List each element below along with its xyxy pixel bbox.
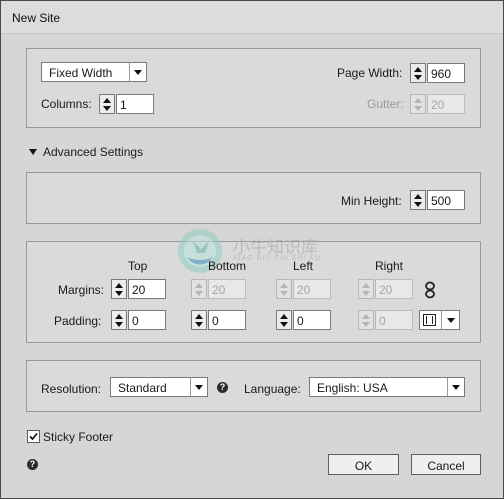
margin-bottom-spin-button — [191, 279, 207, 299]
min-height-stepper[interactable]: 500 — [410, 190, 465, 210]
dialog-title: New Site — [12, 11, 61, 25]
checkmark-icon — [29, 432, 38, 441]
padding-sides-dropdown[interactable] — [419, 310, 460, 330]
gutter-stepper: 20 — [410, 94, 465, 114]
columns-label: Columns: — [41, 97, 92, 111]
chevron-down-icon — [447, 378, 464, 396]
margin-right-field: 20 — [375, 279, 413, 299]
chevron-down-icon — [129, 63, 146, 81]
column-header-left: Left — [293, 259, 314, 273]
ok-button[interactable]: OK — [328, 454, 399, 475]
padding-left-field[interactable]: 0 — [293, 310, 331, 330]
layout-type-dropdown[interactable]: Fixed Width — [41, 62, 147, 82]
margin-top-spin-button[interactable] — [111, 279, 127, 299]
margin-bottom-field: 20 — [208, 279, 246, 299]
columns-stepper[interactable]: 1 — [99, 94, 154, 114]
triangle-down-icon — [29, 149, 37, 155]
language-label: Language: — [244, 382, 301, 396]
resolution-label: Resolution: — [41, 382, 102, 396]
padding-left-stepper[interactable]: 0 — [276, 310, 331, 330]
advanced-settings-toggle[interactable]: Advanced Settings — [27, 144, 157, 160]
margins-label: Margins: — [58, 283, 105, 297]
columns-spin-button[interactable] — [99, 94, 115, 114]
padding-right-field: 0 — [375, 310, 413, 330]
sticky-footer-check-box[interactable] — [27, 430, 40, 443]
new-site-dialog: New Site Fixed Width Page Width: 960 Col… — [0, 0, 504, 499]
padding-right-spin-button — [358, 310, 374, 330]
cancel-button[interactable]: Cancel — [411, 454, 481, 475]
margin-right-stepper: 20 — [358, 279, 413, 299]
help-icon[interactable]: ? — [27, 459, 38, 470]
margin-top-field[interactable]: 20 — [128, 279, 166, 299]
padding-top-field[interactable]: 0 — [128, 310, 166, 330]
margin-left-spin-button — [276, 279, 292, 299]
columns-field[interactable]: 1 — [116, 94, 154, 114]
layout-type-value: Fixed Width — [49, 66, 113, 80]
chevron-down-icon — [190, 378, 207, 396]
chevron-down-icon — [441, 311, 460, 329]
margin-bottom-stepper: 20 — [191, 279, 246, 299]
margin-left-field: 20 — [293, 279, 331, 299]
column-header-top: Top — [128, 259, 148, 273]
box-sides-icon — [423, 314, 436, 326]
page-width-field[interactable]: 960 — [427, 63, 465, 83]
margin-top-stepper[interactable]: 20 — [111, 279, 166, 299]
min-height-spin-button[interactable] — [410, 190, 426, 210]
padding-top-stepper[interactable]: 0 — [111, 310, 166, 330]
min-height-label: Min Height: — [341, 194, 402, 208]
padding-label: Padding: — [54, 314, 102, 328]
language-value: English: USA — [317, 381, 388, 395]
page-width-label: Page Width: — [337, 66, 403, 80]
margin-right-spin-button — [358, 279, 374, 299]
language-dropdown[interactable]: English: USA — [309, 377, 465, 397]
padding-left-spin-button[interactable] — [276, 310, 292, 330]
page-width-spin-button[interactable] — [410, 63, 426, 83]
sticky-footer-checkbox[interactable]: Sticky Footer — [27, 429, 147, 445]
padding-bottom-field[interactable]: 0 — [208, 310, 246, 330]
gutter-spin-button — [410, 94, 426, 114]
padding-bottom-spin-button[interactable] — [191, 310, 207, 330]
column-header-bottom: Bottom — [208, 259, 247, 273]
resolution-help-icon[interactable]: ? — [217, 382, 228, 393]
page-width-stepper[interactable]: 960 — [410, 63, 465, 83]
padding-bottom-stepper[interactable]: 0 — [191, 310, 246, 330]
column-header-right: Right — [375, 259, 404, 273]
gutter-field: 20 — [427, 94, 465, 114]
min-height-field[interactable]: 500 — [427, 190, 465, 210]
layout-panel — [26, 48, 481, 128]
sticky-footer-label: Sticky Footer — [43, 430, 114, 444]
link-margins-icon[interactable] — [423, 281, 437, 299]
padding-right-stepper: 0 — [358, 310, 413, 330]
margin-left-stepper: 20 — [276, 279, 331, 299]
gutter-label: Gutter: — [367, 97, 404, 111]
advanced-settings-label: Advanced Settings — [43, 145, 144, 159]
padding-top-spin-button[interactable] — [111, 310, 127, 330]
resolution-value: Standard — [118, 381, 167, 395]
title-bar[interactable]: New Site — [1, 1, 503, 34]
resolution-dropdown[interactable]: Standard — [110, 377, 208, 397]
